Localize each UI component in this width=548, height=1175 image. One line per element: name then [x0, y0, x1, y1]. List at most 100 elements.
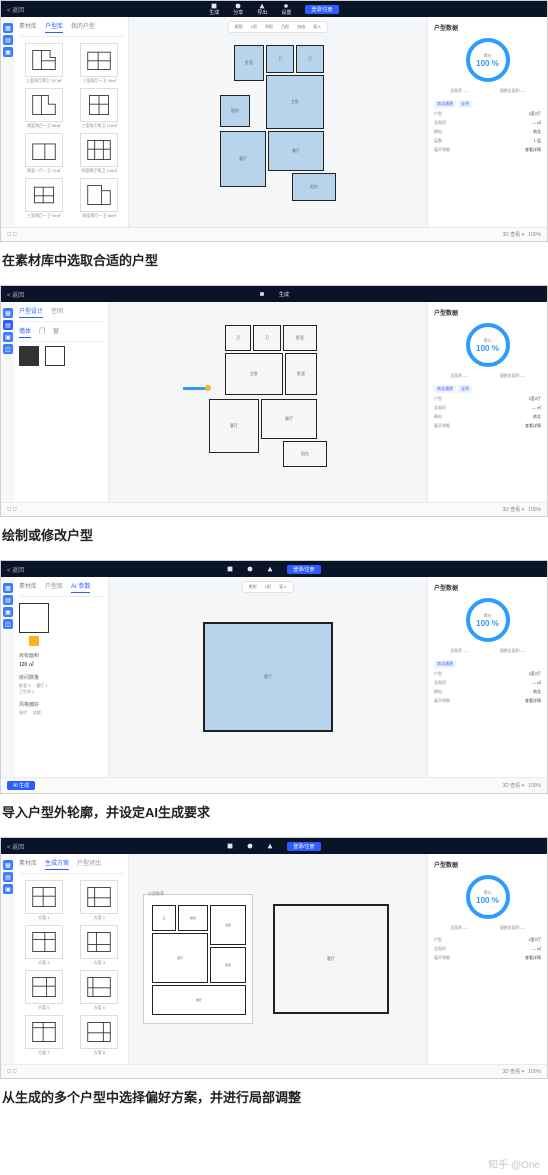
back-link[interactable]: < 返回: [7, 5, 24, 14]
zoom-level[interactable]: 100%: [528, 232, 541, 238]
topbar-item-4[interactable]: 设置: [281, 3, 291, 16]
tab-compare[interactable]: 户型对比: [77, 858, 101, 870]
topbar-item[interactable]: [227, 566, 233, 572]
tool[interactable]: L形: [265, 584, 271, 590]
back-link[interactable]: < 返回: [7, 290, 24, 299]
side-icon-1[interactable]: ▦: [3, 23, 13, 33]
tab-asset[interactable]: 素材库: [19, 858, 37, 870]
topbar-item-3[interactable]: 导出: [257, 3, 267, 16]
plan-thumb[interactable]: 方案 7: [19, 1015, 69, 1056]
zoom-level[interactable]: 100%: [528, 783, 541, 789]
tab-ai[interactable]: AI 参数: [71, 581, 90, 593]
topbar-item[interactable]: [267, 566, 273, 572]
tab-asset[interactable]: 素材库: [19, 21, 37, 33]
side-icon-3[interactable]: ▣: [3, 47, 13, 57]
thumb-item[interactable]: 四室两厅两卫 140㎡: [75, 133, 125, 174]
tool[interactable]: 矩形: [249, 584, 257, 590]
plan-thumb[interactable]: 方案 4: [75, 925, 125, 966]
area-input[interactable]: 120 ㎡: [19, 661, 104, 668]
topbar-item-2[interactable]: 分享: [233, 3, 243, 16]
tool-l[interactable]: L形: [251, 24, 257, 30]
topbar-item[interactable]: [247, 843, 253, 849]
plan-thumb[interactable]: 方案 1: [19, 880, 69, 921]
thumb-item[interactable]: 三室两厅两卫 120㎡: [19, 43, 69, 84]
plan-thumb[interactable]: 方案 8: [75, 1015, 125, 1056]
view-3d-button[interactable]: 3D 查看 ▾: [503, 1068, 525, 1075]
topbar-item[interactable]: [259, 291, 265, 297]
opt-bath[interactable]: 卫生间 2: [19, 689, 34, 695]
thumb-item[interactable]: 两室一厅一卫 72㎡: [19, 133, 69, 174]
tab-door[interactable]: 门: [39, 326, 45, 338]
side-icon-active[interactable]: ▤: [3, 320, 13, 330]
view-3d-button[interactable]: 3D 查看 ▾: [503, 506, 525, 513]
tool[interactable]: 导入: [279, 584, 287, 590]
side-icon[interactable]: ▦: [3, 860, 13, 870]
side-icon[interactable]: ▤: [3, 595, 13, 605]
plan-thumb[interactable]: 方案 5: [19, 970, 69, 1011]
topbar-item[interactable]: 生成: [279, 291, 289, 298]
login-button[interactable]: 登录/注册: [287, 565, 320, 574]
tab-space[interactable]: 空间: [51, 306, 63, 318]
tool-import[interactable]: 导入: [313, 24, 321, 30]
canvas[interactable]: 矩形 L形 凹形 凸形 自由 导入 卧室 卫 卫 主卧 厨房 客厅 餐厅 阳台: [129, 17, 427, 227]
footer: ◻ ◻ 3D 查看 ▾100%: [1, 502, 547, 516]
side-icon[interactable]: ◫: [3, 344, 13, 354]
thumb-item[interactable]: 两室两厅一卫 86㎡: [19, 88, 69, 129]
tab-design[interactable]: 户型设计: [19, 306, 43, 318]
style-opt[interactable]: 现代: [19, 710, 27, 716]
back-link[interactable]: < 返回: [7, 842, 24, 851]
tool-concave[interactable]: 凹形: [265, 24, 273, 30]
side-icon[interactable]: ▦: [3, 308, 13, 318]
topbar-item[interactable]: [247, 566, 253, 572]
shape-solid[interactable]: [19, 346, 39, 366]
login-button[interactable]: 登录/注册: [305, 5, 338, 14]
thumb-item[interactable]: 三室两厅两卫 110㎡: [75, 88, 125, 129]
tool-rect[interactable]: 矩形: [235, 24, 243, 30]
thumb-item[interactable]: 两室两厅一卫 80㎡: [75, 178, 125, 219]
canvas[interactable]: 方案推荐 卫 厨房 主卧 客厅 卧室 餐厅 客厅: [129, 854, 427, 1064]
zoom-level[interactable]: 100%: [528, 507, 541, 513]
tool-convex[interactable]: 凸形: [281, 24, 289, 30]
outline-shape[interactable]: 客厅: [203, 622, 333, 732]
topbar-item[interactable]: [227, 843, 233, 849]
plan-thumb[interactable]: 方案 6: [75, 970, 125, 1011]
side-icon[interactable]: ▦: [3, 583, 13, 593]
zoom-level[interactable]: 100%: [528, 1069, 541, 1075]
tab-lib[interactable]: 户型库: [45, 581, 63, 593]
side-icon[interactable]: ▣: [3, 884, 13, 894]
canvas[interactable]: 矩形 L形 导入 客厅: [109, 577, 427, 777]
plan-thumb[interactable]: 方案 2: [75, 880, 125, 921]
footer: ◻ ◻ 3D 查看 ▾100%: [1, 227, 547, 241]
thumb-item[interactable]: 三室两厅一卫 95㎡: [19, 178, 69, 219]
side-icon[interactable]: ◫: [3, 619, 13, 629]
target-outline[interactable]: 客厅: [273, 904, 389, 1014]
view-3d-button[interactable]: 3D 查看 ▾: [503, 782, 525, 789]
tab-window[interactable]: 窗: [53, 326, 59, 338]
selected-plan[interactable]: 方案推荐 卫 厨房 主卧 客厅 卧室 餐厅: [143, 894, 253, 1024]
tab-mine[interactable]: 我的户型: [71, 21, 95, 33]
edit-handle[interactable]: [183, 387, 207, 390]
tab-asset[interactable]: 素材库: [19, 581, 37, 593]
tool-free[interactable]: 自由: [297, 24, 305, 30]
tab-floorplan-lib[interactable]: 户型库: [45, 21, 63, 33]
side-icon[interactable]: ▤: [3, 872, 13, 882]
login-button[interactable]: 登录/注册: [287, 842, 320, 851]
style-opt[interactable]: 北欧: [33, 710, 41, 716]
entry-marker[interactable]: [29, 636, 39, 646]
thumb-item[interactable]: 三室两厅一卫 98㎡: [75, 43, 125, 84]
canvas[interactable]: 卫 卫 卧室 主卧 卧室 客厅 餐厅 阳台: [109, 302, 427, 502]
generate-button[interactable]: AI 生成: [7, 781, 35, 790]
plan-thumb[interactable]: 方案 3: [19, 925, 69, 966]
view-3d-button[interactable]: 3D 查看 ▾: [503, 231, 525, 238]
tab-generated[interactable]: 生成方案: [45, 858, 69, 870]
side-icon[interactable]: ▣: [3, 607, 13, 617]
topbar-item[interactable]: [267, 843, 273, 849]
side-icon-2[interactable]: ▤: [3, 35, 13, 45]
anchor-point[interactable]: [205, 385, 211, 391]
opt-living[interactable]: 客厅 1: [36, 683, 47, 689]
back-link[interactable]: < 返回: [7, 565, 24, 574]
topbar-item-1[interactable]: 生成: [209, 3, 219, 16]
tab-wall[interactable]: 墙体: [19, 326, 31, 338]
shape-outline[interactable]: [45, 346, 65, 366]
side-icon[interactable]: ▣: [3, 332, 13, 342]
